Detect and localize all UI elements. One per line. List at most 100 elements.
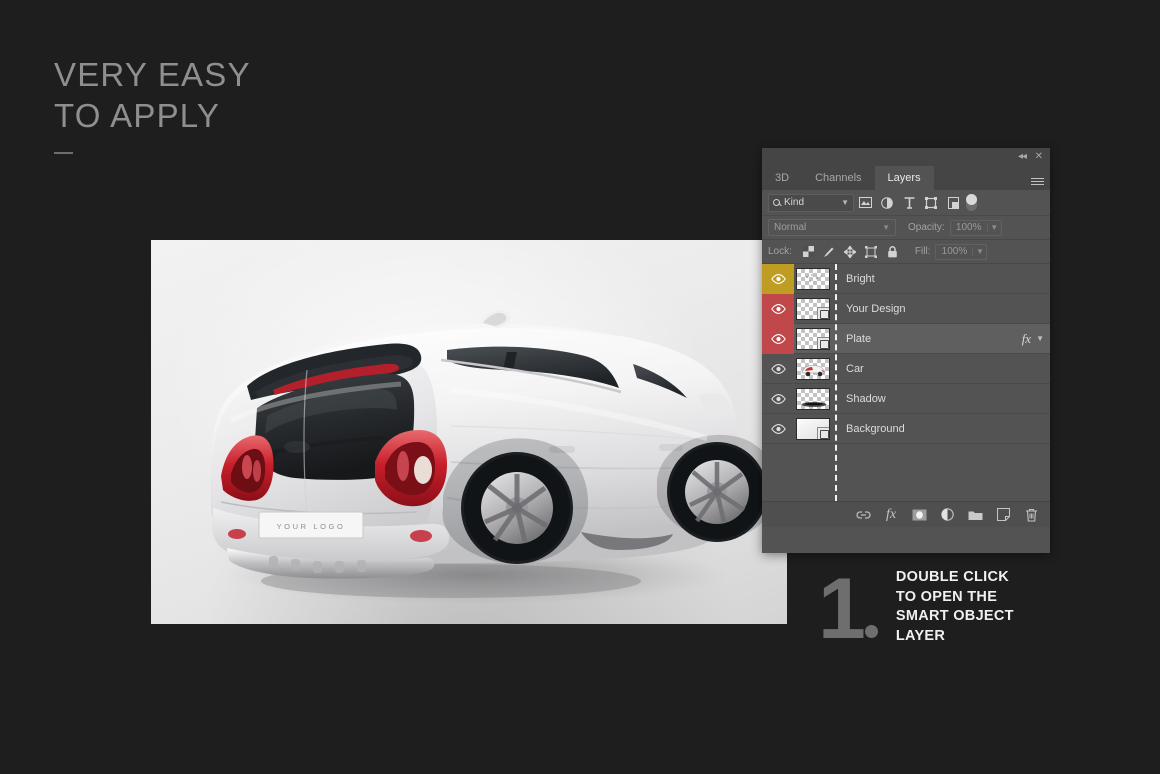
panel-tabs[interactable]: 3D Channels Layers [762,166,1050,190]
fill-label: Fill: [914,246,931,257]
panel-menu-icon[interactable] [1024,166,1050,190]
step-callout: 1 DOUBLE CLICK TO OPEN THE SMART OBJECT … [818,561,1014,657]
step-instructions: DOUBLE CLICK TO OPEN THE SMART OBJECT LA… [896,568,1014,646]
smart-object-badge-icon [817,306,829,319]
layer-name: Your Design [846,302,906,315]
layer-filter-row[interactable]: Kind ▼ [762,190,1050,216]
table-row[interactable]: Background [762,414,1050,444]
car-artwork: YOUR LOGO [151,240,787,624]
headline-block: VERY EASY TO APPLY [54,54,251,154]
panel-titlebar: ◂◂ ✕ [762,148,1050,166]
lock-image-pixels-icon[interactable] [819,242,840,262]
lock-position-icon[interactable] [840,242,861,262]
filter-kind-select[interactable]: Kind ▼ [768,193,854,212]
opacity-field[interactable]: 100% ▼ [949,219,1002,236]
step-line-2: TO OPEN THE [895,588,998,605]
new-adjustment-layer-icon[interactable] [936,504,958,526]
chevron-down-icon: ▼ [882,223,890,232]
step-line-1: DOUBLE CLICK [895,569,1009,585]
eye-icon [770,303,786,314]
layer-thumbnail[interactable] [796,357,830,380]
step-dot [864,625,878,638]
smart-object-filter-icon[interactable] [942,193,964,213]
step-number: 1 [818,561,866,657]
layer-list[interactable]: Bright Your Design Plate fx ▼ Car Shadow… [762,263,1050,501]
headline-divider [54,152,73,154]
svg-text:YOUR LOGO: YOUR LOGO [277,522,346,531]
layer-list-empty-area[interactable] [762,444,1050,501]
new-group-icon[interactable] [964,504,986,526]
table-row[interactable]: Shadow [762,384,1050,414]
layer-name: Plate [846,332,872,345]
smart-object-badge-icon [817,336,829,349]
eye-icon [770,333,786,344]
tab-3d[interactable]: 3D [762,166,803,190]
step-line-3: SMART OBJECT [895,608,1014,624]
eye-icon [770,363,786,374]
layer-thumbnail[interactable] [796,387,830,410]
close-icon[interactable]: ✕ [1035,151,1043,163]
search-icon [773,199,780,206]
blend-mode-row[interactable]: Normal ▼ Opacity: 100% ▼ [762,216,1050,240]
layer-thumbnail[interactable] [796,267,830,290]
opacity-value: 100% [955,222,982,233]
opacity-stepper-icon[interactable]: ▼ [986,223,1001,232]
lock-artboard-nesting-icon[interactable] [861,242,882,262]
car-mockup-image: YOUR LOGO [151,240,787,624]
lock-transparent-pixels-icon[interactable] [798,242,819,262]
step-line-4: LAYER [895,627,946,644]
type-layer-filter-icon[interactable] [898,193,920,213]
layer-effects-indicator[interactable]: fx ▼ [1022,331,1044,347]
filter-enable-toggle[interactable] [966,194,977,211]
lock-label: Lock: [768,246,792,257]
layer-thumbnail[interactable] [796,417,830,440]
layer-name: Shadow [846,392,886,405]
table-row[interactable]: Bright [762,263,1050,294]
fill-stepper-icon[interactable]: ▼ [972,247,986,256]
new-layer-icon[interactable] [992,504,1014,526]
pixel-layer-filter-icon[interactable] [854,193,876,213]
tab-channels[interactable]: Channels [802,166,875,190]
layers-panel-toolbar[interactable]: fx [762,501,1050,527]
smart-object-badge-icon [817,426,829,439]
layer-visibility-toggle[interactable] [762,414,794,444]
eye-icon [770,423,786,434]
layer-visibility-toggle[interactable] [762,323,794,354]
blend-mode-value: Normal [774,222,807,233]
layer-visibility-toggle[interactable] [762,293,794,324]
blend-mode-select[interactable]: Normal ▼ [768,219,896,236]
layer-thumbnail[interactable] [796,327,830,350]
layers-panel[interactable]: ◂◂ ✕ 3D Channels Layers Kind ▼ Normal ▼ … [762,148,1050,553]
shape-layer-filter-icon[interactable] [920,193,942,213]
fill-field[interactable]: 100% ▼ [935,243,988,260]
chevron-down-icon: ▼ [841,198,849,207]
filter-kind-label: Kind [784,197,805,208]
layer-name: Bright [846,272,875,285]
add-layer-mask-icon[interactable] [908,504,930,526]
add-layer-style-icon[interactable]: fx [880,504,902,526]
collapse-panel-icon[interactable]: ◂◂ [1018,151,1027,163]
eye-icon [770,393,786,404]
adjustment-layer-filter-icon[interactable] [876,193,898,213]
opacity-label: Opacity: [908,222,945,233]
layer-visibility-toggle[interactable] [762,263,794,294]
layer-thumbnail[interactable] [796,297,830,320]
layer-visibility-toggle[interactable] [762,354,794,384]
lock-row[interactable]: Lock: Fill: 100% ▼ [762,240,1050,264]
layer-visibility-toggle[interactable] [762,384,794,414]
tab-layers[interactable]: Layers [874,166,934,190]
table-row[interactable]: Plate fx ▼ [762,323,1050,354]
table-row[interactable]: Your Design [762,293,1050,324]
headline-line-2: TO APPLY [54,97,221,134]
link-layers-icon[interactable] [852,504,874,526]
headline-line-1: VERY EASY [54,56,251,93]
chevron-down-icon[interactable]: ▼ [1036,334,1044,343]
layer-name: Car [846,362,864,375]
layer-name: Background [846,422,905,435]
table-row[interactable]: Car [762,354,1050,384]
poster-stage: VERY EASY TO APPLY YOUR LOGO ◂◂ ✕ 3D Cha… [0,0,1160,774]
delete-layer-icon[interactable] [1020,504,1042,526]
lock-all-icon[interactable] [882,242,903,262]
fx-icon: fx [1021,330,1032,346]
fill-value: 100% [941,246,968,257]
